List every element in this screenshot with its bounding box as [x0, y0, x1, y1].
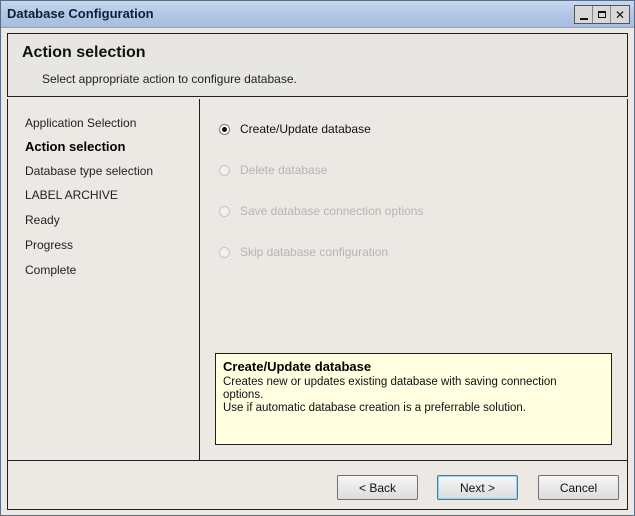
maximize-button[interactable]: [593, 6, 611, 23]
radio-button[interactable]: [219, 246, 230, 258]
minimize-icon: [579, 17, 588, 20]
close-icon: ✕: [614, 7, 626, 22]
description-line: options.: [223, 389, 264, 401]
close-button[interactable]: ✕: [611, 6, 629, 23]
action-options-panel: Create/Update database Delete database S…: [199, 99, 628, 461]
minimize-button[interactable]: [575, 6, 593, 23]
database-configuration-window: Database Configuration ✕ Action selectio…: [0, 0, 635, 516]
next-button[interactable]: Next >: [437, 475, 518, 500]
radio-button[interactable]: [219, 164, 230, 176]
page-title: Action selection: [22, 44, 146, 61]
description-line: Creates new or updates existing database…: [223, 376, 557, 388]
wizard-steps-sidebar: Application Selection Action selection D…: [7, 99, 200, 461]
option-label: Skip database configuration: [240, 245, 389, 259]
description-line: Use if automatic database creation is a …: [223, 402, 526, 414]
option-delete-database[interactable]: Delete database: [219, 163, 327, 177]
description-title: Create/Update database: [223, 359, 372, 374]
option-label: Create/Update database: [240, 122, 371, 136]
option-description-box: Create/Update database Creates new or up…: [215, 353, 612, 445]
maximize-icon: [597, 11, 606, 18]
window-title: Database Configuration: [7, 6, 154, 21]
option-save-connection-options[interactable]: Save database connection options: [219, 204, 423, 218]
step-progress: Progress: [25, 238, 74, 252]
title-bar[interactable]: Database Configuration ✕: [1, 1, 634, 28]
page-header: Action selection Select appropriate acti…: [7, 33, 628, 97]
option-label: Delete database: [240, 163, 328, 177]
radio-button[interactable]: [219, 123, 230, 135]
page-subtitle: Select appropriate action to configure d…: [42, 72, 297, 86]
step-database-type-selection: Database type selection: [25, 164, 154, 178]
back-button[interactable]: < Back: [337, 475, 418, 500]
step-ready: Ready: [25, 213, 60, 227]
option-label: Save database connection options: [240, 204, 424, 218]
step-application-selection: Application Selection: [25, 116, 137, 130]
step-action-selection: Action selection: [25, 139, 126, 154]
wizard-footer: < Back Next > Cancel: [7, 460, 628, 510]
step-label-archive: LABEL ARCHIVE: [25, 188, 118, 202]
window-controls: ✕: [574, 5, 630, 24]
option-create-update-database[interactable]: Create/Update database: [219, 122, 371, 136]
option-skip-database-configuration[interactable]: Skip database configuration: [219, 245, 388, 259]
step-complete: Complete: [25, 263, 77, 277]
cancel-button[interactable]: Cancel: [538, 475, 619, 500]
radio-button[interactable]: [219, 205, 230, 217]
